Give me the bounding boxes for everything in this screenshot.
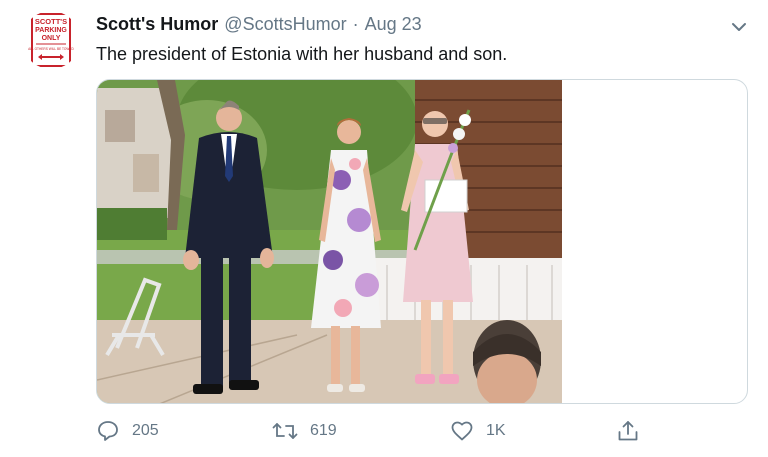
more-options-button[interactable] <box>728 16 750 38</box>
avatar-sign-small: ALL OTHERS WILL BE TOWED <box>28 47 74 51</box>
tweet-photo[interactable] <box>97 80 562 404</box>
retweet-button[interactable]: 619 <box>272 416 337 446</box>
separator-dot: · <box>352 14 359 34</box>
like-button[interactable]: 1K <box>450 416 506 446</box>
reply-count: 205 <box>132 422 159 439</box>
share-button[interactable] <box>616 416 640 446</box>
like-count: 1K <box>486 422 506 439</box>
parking-sign-avatar-image: SCOTT'S PARKING ONLY ALL OTHERS WILL BE … <box>22 11 80 69</box>
tweet-card[interactable]: SCOTT'S PARKING ONLY ALL OTHERS WILL BE … <box>0 0 768 457</box>
tweet-date[interactable]: Aug 23 <box>365 14 422 35</box>
chevron-down-icon <box>732 23 746 31</box>
heart-icon <box>451 421 473 441</box>
reply-button[interactable]: 205 <box>96 416 159 446</box>
avatar-sign-line-1: SCOTT'S <box>35 17 67 26</box>
user-handle[interactable]: @ScottsHumor <box>224 14 346 35</box>
tweet-media[interactable] <box>96 79 748 404</box>
avatar[interactable]: SCOTT'S PARKING ONLY ALL OTHERS WILL BE … <box>22 11 80 69</box>
foreground-head <box>473 320 541 403</box>
retweet-count: 619 <box>310 422 337 439</box>
display-name[interactable]: Scott's Humor <box>96 14 218 35</box>
share-upload-icon <box>618 421 638 441</box>
tweet-text: The president of Estonia with her husban… <box>96 44 508 64</box>
speech-bubble-icon <box>98 421 118 441</box>
avatar-sign-line-3: ONLY <box>42 35 61 42</box>
tweet-actions: 205 619 1K <box>96 416 656 446</box>
tweet-header: Scott's Humor @ScottsHumor · Aug 23 <box>96 14 422 40</box>
avatar-sign-line-2: PARKING <box>35 27 67 34</box>
retweet-icon <box>272 423 298 439</box>
